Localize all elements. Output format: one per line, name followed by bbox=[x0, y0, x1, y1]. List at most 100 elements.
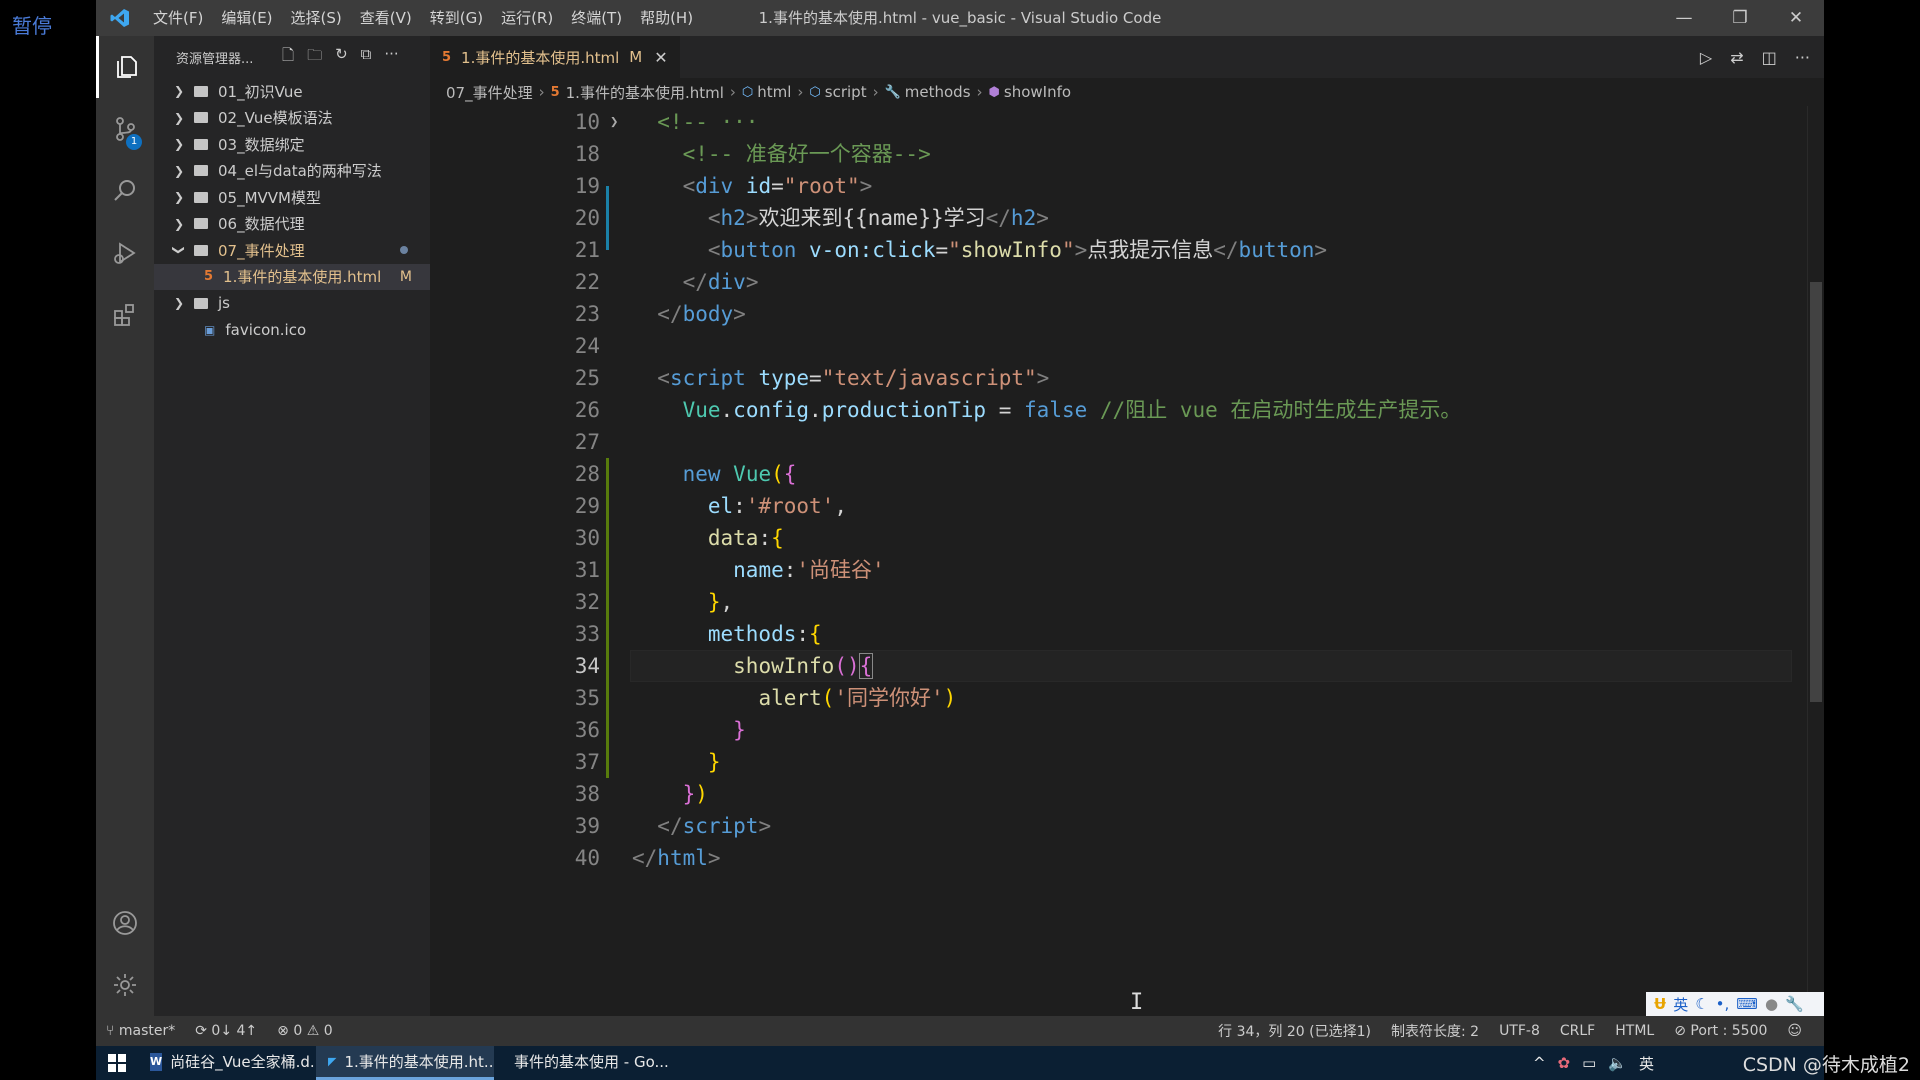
menu-run[interactable]: 运行(R) bbox=[492, 0, 562, 36]
line-number: 25 bbox=[574, 366, 600, 390]
menu-help[interactable]: 帮助(H) bbox=[631, 0, 702, 36]
code-editor[interactable]: 10 ❯ <!-- ··· 18 <!-- 准备好一个容器--> 19 <div … bbox=[430, 106, 1824, 1016]
more-actions-icon[interactable]: ··· bbox=[384, 45, 398, 70]
close-window-button[interactable]: ✕ bbox=[1768, 0, 1824, 36]
editor-group: 5 1.事件的基本使用.html M ✕ ▷ ⇄ ◫ ··· 07_事件处理 ›… bbox=[430, 36, 1824, 1016]
new-file-icon[interactable]: 🗋 bbox=[282, 45, 294, 70]
menu-terminal[interactable]: 终端(T) bbox=[562, 0, 631, 36]
tree-file-active[interactable]: 5 1.事件的基本使用.html M bbox=[154, 263, 430, 290]
moon-icon[interactable]: ☾ bbox=[1695, 995, 1708, 1013]
source-control-icon[interactable]: 1 bbox=[96, 98, 154, 160]
user-icon[interactable]: ● bbox=[1765, 995, 1778, 1013]
volume-icon[interactable]: 🔈 bbox=[1608, 1054, 1627, 1072]
breadcrumb-methods[interactable]: methods bbox=[905, 83, 971, 101]
modified-badge: M bbox=[399, 268, 412, 285]
breadcrumb-file[interactable]: 1.事件的基本使用.html bbox=[566, 82, 724, 103]
encoding[interactable]: UTF-8 bbox=[1489, 1023, 1550, 1039]
fold-chevron-icon[interactable]: ❯ bbox=[610, 106, 618, 138]
menu-view[interactable]: 查看(V) bbox=[351, 0, 421, 36]
pause-label: 暂停 bbox=[12, 14, 52, 38]
tree-folder-04[interactable]: ❯ 04_el与data的两种写法 bbox=[154, 158, 430, 185]
taskbar-app-vscode[interactable]: ◤ 1.事件的基本使用.ht... bbox=[316, 1046, 494, 1080]
live-server-port[interactable]: ⊘ Port : 5500 bbox=[1664, 1023, 1777, 1039]
language-mode[interactable]: HTML bbox=[1605, 1023, 1664, 1039]
chevron-right-icon: ❯ bbox=[173, 216, 185, 231]
tree-folder-01[interactable]: ❯ 01_初识Vue bbox=[154, 78, 430, 105]
restore-button[interactable]: ❐ bbox=[1712, 0, 1768, 36]
refresh-icon[interactable]: ↻ bbox=[335, 45, 348, 70]
window-controls: — ❐ ✕ bbox=[1656, 0, 1824, 36]
code-text: methods:{ bbox=[707, 622, 822, 646]
line-number: 34 bbox=[574, 654, 600, 678]
menu-selection[interactable]: 选择(S) bbox=[282, 0, 351, 36]
tree-folder-06[interactable]: ❯ 06_数据代理 bbox=[154, 211, 430, 238]
chevron-right-icon: ❯ bbox=[173, 163, 185, 178]
code-line: 27 bbox=[430, 426, 1790, 458]
code-line: 39 </script> bbox=[430, 810, 1790, 842]
ime-logo-icon[interactable]: Ʉ bbox=[1654, 995, 1666, 1013]
breadcrumb-folder[interactable]: 07_事件处理 bbox=[446, 82, 533, 103]
tree-folder-js[interactable]: ❯ js bbox=[154, 290, 430, 317]
tree-folder-07[interactable]: ❯ 07_事件处理 bbox=[154, 237, 430, 264]
settings-gear-icon[interactable] bbox=[96, 954, 154, 1016]
new-folder-icon[interactable]: 🗀 bbox=[307, 45, 322, 70]
collapse-all-icon[interactable]: ⧉ bbox=[361, 45, 372, 70]
taskbar-app-word[interactable]: W 尚硅谷_Vue全家桶.d... bbox=[138, 1046, 316, 1080]
tray-app-icon[interactable]: ✿ bbox=[1558, 1054, 1571, 1072]
taskbar-app-label: 事件的基本使用 - Go... bbox=[514, 1053, 669, 1071]
tree-folder-03[interactable]: ❯ 03_数据绑定 bbox=[154, 131, 430, 158]
split-editor-icon[interactable]: ◫ bbox=[1762, 48, 1777, 67]
wrench-icon[interactable]: 🔧 bbox=[1785, 995, 1804, 1013]
editor-tab-active[interactable]: 5 1.事件的基本使用.html M ✕ bbox=[430, 36, 680, 78]
punctuation-icon[interactable]: •, bbox=[1716, 995, 1730, 1013]
search-icon[interactable] bbox=[96, 160, 154, 222]
ime-mode[interactable]: 英 bbox=[1673, 994, 1688, 1015]
explorer-icon[interactable] bbox=[96, 36, 154, 98]
minimize-button[interactable]: — bbox=[1656, 0, 1712, 36]
problems[interactable]: ⊗ 0 ⚠ 0 bbox=[267, 1023, 342, 1039]
git-branch[interactable]: ⑂ master* bbox=[96, 1023, 185, 1039]
chevron-right-icon: ❯ bbox=[173, 110, 185, 125]
tab-modified-badge: M bbox=[629, 48, 643, 66]
tree-file-favicon[interactable]: ▣ favicon.ico bbox=[154, 317, 430, 344]
extensions-icon[interactable] bbox=[96, 284, 154, 346]
more-actions-icon[interactable]: ··· bbox=[1795, 48, 1810, 67]
html-file-icon: 5 bbox=[204, 269, 214, 285]
tree-folder-02[interactable]: ❯ 02_Vue模板语法 bbox=[154, 105, 430, 132]
breadcrumb-html[interactable]: html bbox=[757, 83, 791, 101]
breadcrumb: 07_事件处理 › 5 1.事件的基本使用.html › ⬡ html › ⬡ … bbox=[430, 78, 1824, 106]
tray-expand-icon[interactable]: ^ bbox=[1533, 1054, 1546, 1072]
breadcrumb-showinfo[interactable]: showInfo bbox=[1004, 83, 1071, 101]
run-icon[interactable]: ▷ bbox=[1700, 48, 1712, 67]
compare-changes-icon[interactable]: ⇄ bbox=[1730, 48, 1743, 67]
port-label: Port : 5500 bbox=[1690, 1023, 1768, 1039]
line-number: 30 bbox=[574, 526, 600, 550]
feedback-icon[interactable]: ☺ bbox=[1777, 1023, 1812, 1039]
menu-go[interactable]: 转到(G) bbox=[421, 0, 492, 36]
folder-icon bbox=[194, 297, 208, 309]
close-tab-icon[interactable]: ✕ bbox=[654, 48, 667, 67]
line-number: 10 bbox=[574, 110, 600, 134]
title-bar: 1.事件的基本使用.html - vue_basic - Visual Stud… bbox=[96, 0, 1824, 36]
activity-bar: 1 bbox=[96, 36, 154, 1016]
menu-file[interactable]: 文件(F) bbox=[144, 0, 212, 36]
line-ending[interactable]: CRLF bbox=[1550, 1023, 1605, 1039]
file-tree: ❯ 01_初识Vue ❯ 02_Vue模板语法 ❯ 03_数据绑定 ❯ 04_el与da… bbox=[154, 78, 430, 343]
run-debug-icon[interactable] bbox=[96, 222, 154, 284]
tab-size[interactable]: 制表符长度: 2 bbox=[1381, 1021, 1489, 1041]
menu-edit[interactable]: 编辑(E) bbox=[212, 0, 281, 36]
breadcrumb-script[interactable]: script bbox=[825, 83, 867, 101]
code-text: Vue.config.productionTip = false //阻止 vu… bbox=[682, 398, 1462, 422]
cursor-position[interactable]: 行 34，列 20 (已选择1) bbox=[1208, 1021, 1381, 1041]
battery-icon[interactable]: ▭ bbox=[1582, 1054, 1596, 1072]
tree-folder-05[interactable]: ❯ 05_MVVM模型 bbox=[154, 184, 430, 211]
git-sync[interactable]: ⟳ 0↓ 4↑ bbox=[185, 1023, 267, 1039]
tray-lang[interactable]: 英 bbox=[1639, 1053, 1654, 1074]
windows-start-icon[interactable] bbox=[96, 1046, 138, 1080]
keyboard-icon[interactable]: ⌨ bbox=[1736, 995, 1758, 1013]
vertical-scrollbar[interactable] bbox=[1807, 106, 1824, 1016]
account-icon[interactable] bbox=[96, 892, 154, 954]
method-icon: ⬢ bbox=[988, 84, 1000, 100]
taskbar-app-chrome[interactable]: 事件的基本使用 - Go... bbox=[494, 1046, 672, 1080]
scrollbar-thumb[interactable] bbox=[1810, 282, 1822, 702]
